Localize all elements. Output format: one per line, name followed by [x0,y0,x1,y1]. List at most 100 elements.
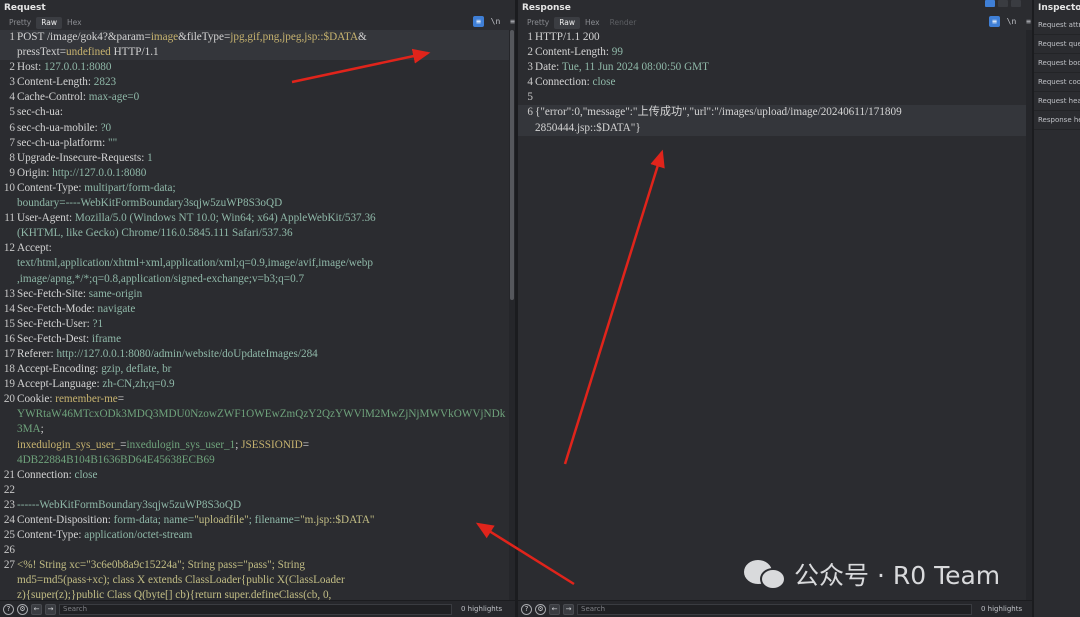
request-line[interactable]: 10 Content-Type: multipart/form-data; boun… [0,181,509,211]
request-editor[interactable]: 1 POST /image/gok4?&param=image&fileType=… [0,30,509,600]
forward-arrow-icon[interactable]: → [45,603,56,615]
inspector-request-headers[interactable]: Request headers [1034,92,1080,111]
line-content[interactable]: sec-ch-ua: [16,105,509,120]
line-content[interactable]: <%! String xc="3c6e0b8a9c15224a"; String… [16,558,509,600]
inspector-request-query-parameters[interactable]: Request query parameters [1034,35,1080,54]
newline-toggle-icon[interactable]: \n [490,16,501,27]
response-line[interactable]: 5 [518,90,1026,105]
request-line[interactable]: 17 Referer: http://127.0.0.1:8080/admin/w… [0,347,509,362]
request-line[interactable]: 20 Cookie: remember-me= YWRtaW46MTcxODk3MD… [0,392,509,467]
request-line[interactable]: 16 Sec-Fetch-Dest: iframe [0,332,509,347]
inspector-request-body-parameters[interactable]: Request body parameters [1034,54,1080,73]
line-content[interactable]: Accept-Encoding: gzip, deflate, br [16,362,509,377]
line-content[interactable]: Accept-Language: zh-CN,zh;q=0.9 [16,377,509,392]
settings-gear-icon[interactable]: ⚙ [17,603,28,615]
response-line[interactable]: 4 Connection: close [518,75,1026,90]
layout-tabs-icon[interactable] [1011,0,1021,7]
request-line[interactable]: 13 Sec-Fetch-Site: same-origin [0,287,509,302]
request-line[interactable]: 7 sec-ch-ua-platform: "" [0,136,509,151]
line-content[interactable]: Content-Disposition: form-data; name="up… [16,513,509,528]
request-search-input[interactable]: Search [59,603,452,615]
request-line[interactable]: 24 Content-Disposition: form-data; name="… [0,513,509,528]
request-line[interactable]: 27 <%! String xc="3c6e0b8a9c15224a"; Stri… [0,558,509,600]
request-line[interactable]: 8 Upgrade-Insecure-Requests: 1 [0,151,509,166]
response-search-input[interactable]: Search [577,603,972,615]
request-line[interactable]: 2 Host: 127.0.0.1:8080 [0,60,509,75]
line-content[interactable]: Content-Type: multipart/form-data; bounda… [16,181,509,211]
line-content[interactable]: sec-ch-ua-mobile: ?0 [16,121,509,136]
help-icon[interactable]: ? [3,603,14,615]
response-tab-render[interactable]: Render [605,17,642,29]
layout-stacked-icon[interactable] [998,0,1008,7]
line-content[interactable]: User-Agent: Mozilla/5.0 (Windows NT 10.0… [16,211,509,241]
line-content[interactable] [534,90,1026,105]
request-line[interactable]: 11 User-Agent: Mozilla/5.0 (Windows NT 10… [0,211,509,241]
line-content[interactable]: HTTP/1.1 200 [534,30,1026,45]
response-editor[interactable]: 1 HTTP/1.1 200 2 Content-Length: 99 3 Date: T… [518,30,1026,600]
request-tab-raw[interactable]: Raw [36,17,63,29]
line-content[interactable]: Host: 127.0.0.1:8080 [16,60,509,75]
request-line[interactable]: 9 Origin: http://127.0.0.1:8080 [0,166,509,181]
newline-toggle-icon[interactable]: \n [1006,16,1017,27]
response-tab-hex[interactable]: Hex [580,17,605,29]
layout-side-by-side-icon[interactable] [985,0,995,7]
line-content[interactable]: Sec-Fetch-Dest: iframe [16,332,509,347]
line-content[interactable] [16,543,509,558]
request-line[interactable]: 19 Accept-Language: zh-CN,zh;q=0.9 [0,377,509,392]
line-content[interactable]: Origin: http://127.0.0.1:8080 [16,166,509,181]
help-icon[interactable]: ? [521,603,532,615]
back-arrow-icon[interactable]: ← [31,603,42,615]
line-content[interactable]: Connection: close [16,468,509,483]
line-content[interactable]: ------WebKitFormBoundary3sqjw5zuWP8S3oQD [16,498,509,513]
response-line[interactable]: 6 {"error":0,"message":"上传成功","url":"/ima… [518,105,1026,136]
request-scroll-thumb[interactable] [510,30,514,300]
request-tab-pretty[interactable]: Pretty [4,17,36,29]
request-line[interactable]: 3 Content-Length: 2823 [0,75,509,90]
line-content[interactable]: Upgrade-Insecure-Requests: 1 [16,151,509,166]
line-number: 22 [3,483,15,496]
inspector-response-headers[interactable]: Response headers [1034,111,1080,130]
line-content[interactable]: Sec-Fetch-User: ?1 [16,317,509,332]
line-content[interactable]: Sec-Fetch-Site: same-origin [16,287,509,302]
line-content[interactable]: Accept: text/html,application/xhtml+xml,a… [16,241,509,286]
line-content[interactable]: Referer: http://127.0.0.1:8080/admin/web… [16,347,509,362]
inspector-request-attributes[interactable]: Request attributes [1034,16,1080,35]
pretty-print-icon[interactable]: ≡ [473,16,484,27]
request-line[interactable]: 26 [0,543,509,558]
line-content[interactable]: sec-ch-ua-platform: "" [16,136,509,151]
request-line[interactable]: 5 sec-ch-ua: [0,105,509,120]
line-content[interactable]: Cookie: remember-me= YWRtaW46MTcxODk3MDQ3… [16,392,509,467]
response-line[interactable]: 1 HTTP/1.1 200 [518,30,1026,45]
line-content[interactable]: Content-Length: 2823 [16,75,509,90]
line-content[interactable]: POST /image/gok4?&param=image&fileType=j… [16,30,509,60]
request-line[interactable]: 14 Sec-Fetch-Mode: navigate [0,302,509,317]
line-content[interactable]: Content-Length: 99 [534,45,1026,60]
request-line[interactable]: 23 ------WebKitFormBoundary3sqjw5zuWP8S3o… [0,498,509,513]
request-line[interactable]: 4 Cache-Control: max-age=0 [0,90,509,105]
request-line[interactable]: 1 POST /image/gok4?&param=image&fileType=… [0,30,509,61]
request-line[interactable]: 6 sec-ch-ua-mobile: ?0 [0,121,509,136]
back-arrow-icon[interactable]: ← [549,603,560,615]
request-line[interactable]: 12 Accept: text/html,application/xhtml+xml… [0,241,509,286]
request-line[interactable]: 15 Sec-Fetch-User: ?1 [0,317,509,332]
line-content[interactable]: Sec-Fetch-Mode: navigate [16,302,509,317]
pretty-print-icon[interactable]: ≡ [989,16,1000,27]
response-tab-pretty[interactable]: Pretty [522,17,554,29]
line-content[interactable]: Cache-Control: max-age=0 [16,90,509,105]
inspector-request-cookies[interactable]: Request cookies [1034,73,1080,92]
response-line[interactable]: 3 Date: Tue, 11 Jun 2024 08:00:50 GMT [518,60,1026,75]
line-content[interactable]: Connection: close [534,75,1026,90]
line-content[interactable]: {"error":0,"message":"上传成功","url":"/imag… [534,105,1026,135]
line-content[interactable] [16,483,509,498]
request-line[interactable]: 22 [0,483,509,498]
response-line[interactable]: 2 Content-Length: 99 [518,45,1026,60]
forward-arrow-icon[interactable]: → [563,603,574,615]
line-content[interactable]: Date: Tue, 11 Jun 2024 08:00:50 GMT [534,60,1026,75]
request-line[interactable]: 18 Accept-Encoding: gzip, deflate, br [0,362,509,377]
request-line[interactable]: 25 Content-Type: application/octet-stream [0,528,509,543]
settings-gear-icon[interactable]: ⚙ [535,603,546,615]
response-tab-raw[interactable]: Raw [554,17,581,29]
request-line[interactable]: 21 Connection: close [0,468,509,483]
line-content[interactable]: Content-Type: application/octet-stream [16,528,509,543]
request-tab-hex[interactable]: Hex [62,17,87,29]
